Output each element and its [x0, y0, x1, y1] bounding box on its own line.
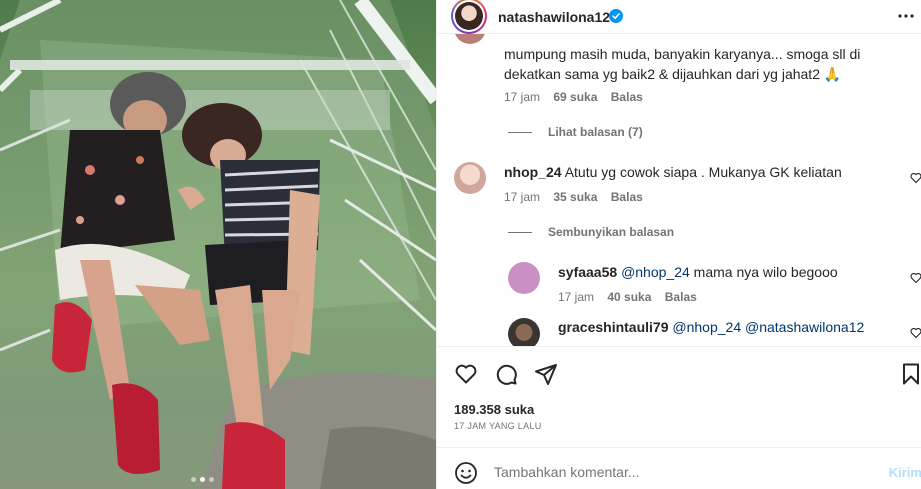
comment-meta: 17 jam 69 suka Balas	[504, 90, 653, 104]
reply-mention[interactable]: @nhop_24	[621, 264, 690, 280]
reply-avatar[interactable]	[508, 318, 540, 346]
heart-icon[interactable]	[454, 362, 478, 386]
comment-time: 17 jam	[504, 90, 541, 104]
hide-replies-label: Sembunyikan balasan	[548, 225, 675, 239]
view-replies-label: Lihat balasan (7)	[548, 125, 643, 139]
author-username[interactable]: natashawilona12	[498, 9, 610, 25]
comment-like-heart-icon[interactable]	[910, 172, 921, 184]
hide-replies-button[interactable]: Sembunyikan balasan	[508, 225, 674, 239]
comment-username[interactable]: nhop_24	[504, 164, 562, 180]
reply-mention[interactable]: @natashawilona12	[745, 319, 864, 335]
commenter-avatar[interactable]	[454, 162, 486, 194]
comment-input[interactable]	[494, 464, 864, 480]
comment-text: mumpung masih muda, banyakin karyanya...…	[504, 46, 861, 82]
comment-composer: Kirim	[437, 447, 921, 489]
comment-body: nhop_24 Atutu yg cowok siapa . Mukanya G…	[504, 162, 894, 182]
reply-meta: 17 jam 40 suka Balas	[558, 290, 707, 304]
author-avatar[interactable]	[451, 0, 487, 34]
reply-button[interactable]: Balas	[611, 90, 643, 104]
reply-like-heart-icon[interactable]	[910, 327, 921, 339]
carousel-dot-active	[200, 477, 205, 482]
reply-body: syfaaa58 @nhop_24 mama nya wilo begooo	[558, 262, 903, 282]
view-replies-button[interactable]: Lihat balasan (7)	[508, 125, 643, 139]
replies-line	[508, 231, 532, 233]
share-icon[interactable]	[534, 362, 558, 386]
reply-button[interactable]: Balas	[611, 190, 643, 204]
reply-avatar[interactable]	[508, 262, 540, 294]
comments-list[interactable]: mumpung masih muda, banyakin karyanya...…	[437, 34, 921, 346]
post-timestamp[interactable]: 17 JAM YANG LALU	[454, 421, 542, 431]
carousel-dot	[191, 477, 196, 482]
post-header: natashawilona12	[437, 0, 921, 34]
reply-username[interactable]: syfaaa58	[558, 264, 617, 280]
reply-mention[interactable]: @nhop_24	[672, 319, 741, 335]
replies-line	[508, 131, 532, 133]
photo-illustration	[0, 0, 436, 489]
emoji-icon[interactable]	[454, 461, 478, 485]
verified-badge-icon	[609, 9, 623, 23]
reply-time: 17 jam	[558, 290, 595, 304]
carousel-indicator	[191, 477, 214, 482]
comment-text: Atutu yg cowok siapa . Mukanya GK keliat…	[564, 164, 842, 180]
commenter-avatar[interactable]	[454, 34, 486, 44]
reply-username[interactable]: graceshintauli79	[558, 319, 669, 335]
reply-like-heart-icon[interactable]	[910, 272, 921, 284]
comment-likes[interactable]: 35 suka	[553, 190, 597, 204]
post-comment-button[interactable]: Kirim	[889, 465, 921, 480]
reply-text: mama nya wilo begooo	[693, 264, 838, 280]
comment-likes[interactable]: 69 suka	[553, 90, 597, 104]
reply-body: graceshintauli79 @nhop_24 @natashawilona…	[558, 317, 908, 337]
reply-likes[interactable]: 40 suka	[607, 290, 651, 304]
carousel-dot	[209, 477, 214, 482]
post-photo[interactable]	[0, 0, 436, 489]
like-count[interactable]: 189.358 suka	[454, 402, 534, 417]
comment-icon[interactable]	[494, 362, 518, 386]
reply-button[interactable]: Balas	[665, 290, 697, 304]
comment-meta: 17 jam 35 suka Balas	[504, 190, 653, 204]
post-actions-bar	[437, 346, 921, 396]
comment-time: 17 jam	[504, 190, 541, 204]
post-side-panel: natashawilona12 mumpung masih muda, bany…	[436, 0, 921, 489]
more-options-icon[interactable]	[896, 7, 916, 25]
bookmark-icon[interactable]	[899, 362, 921, 386]
